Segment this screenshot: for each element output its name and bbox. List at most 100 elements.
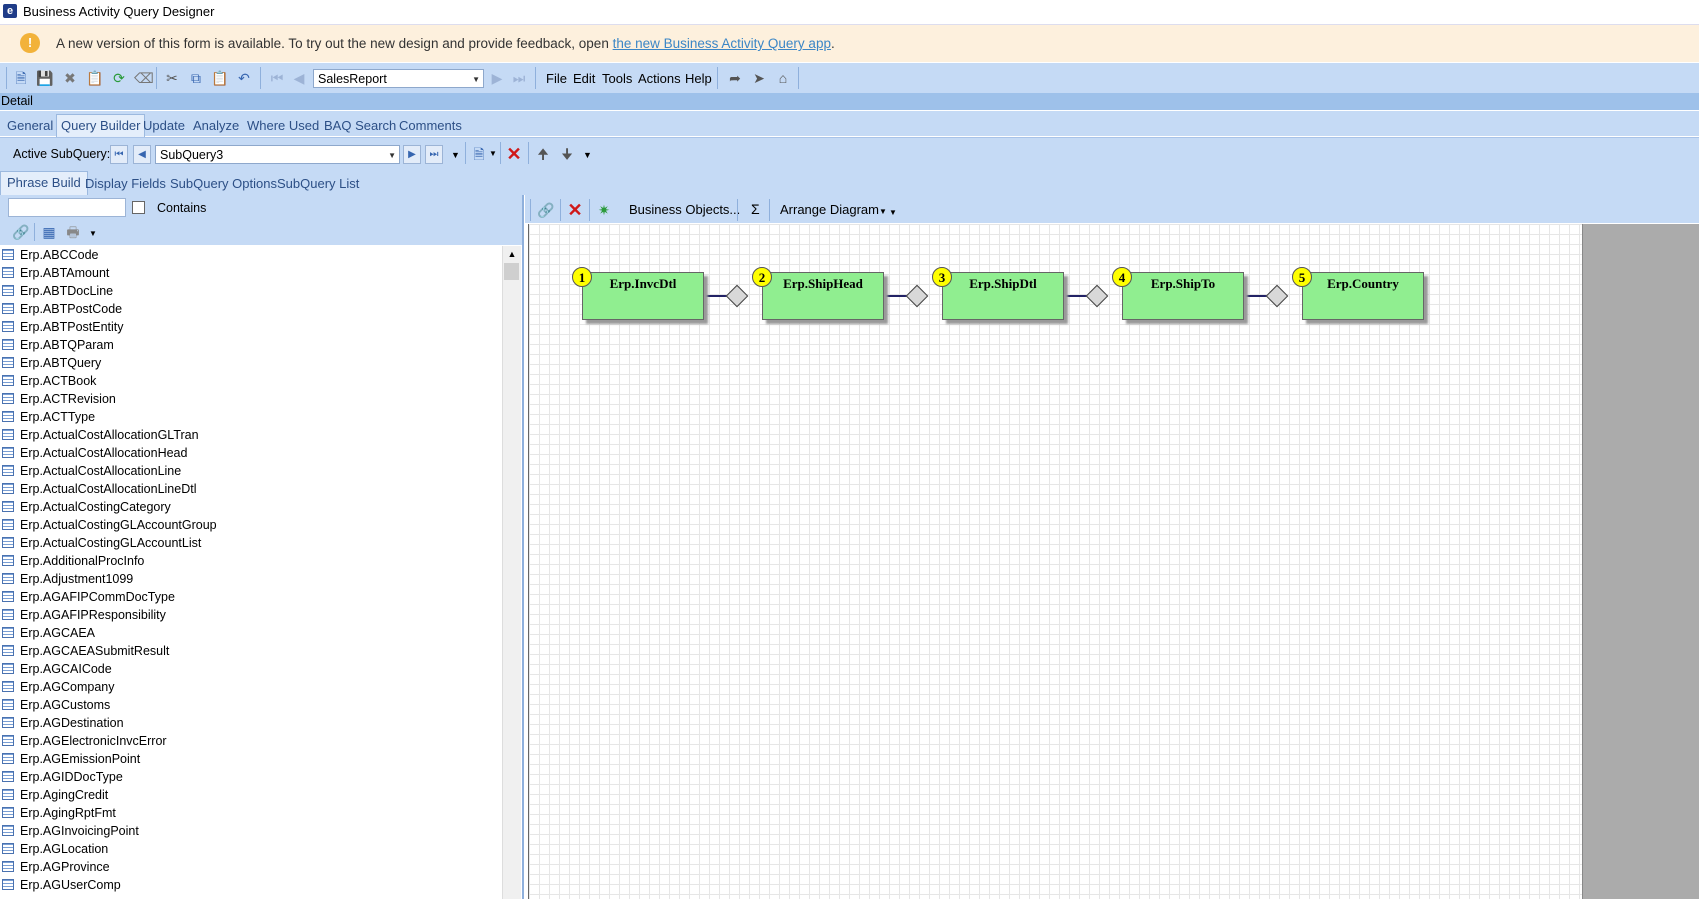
menu-tools[interactable]: Tools [602,71,632,86]
paste-icon[interactable]: 📋 [211,69,229,87]
menu-help[interactable]: Help [685,71,712,86]
subquery-select[interactable]: SubQuery3 ▼ [155,145,400,164]
move-up-icon[interactable]: 🠉 [534,145,552,163]
table-list-item[interactable]: Erp.ABTQuery [0,354,502,372]
table-node-invcdtl[interactable]: Erp.InvcDtl [582,272,704,320]
previous-record-icon[interactable]: ◀ [290,69,308,87]
move-down-icon[interactable]: 🠋 [558,145,576,163]
first-subquery-icon[interactable]: ⏮ [110,145,128,164]
tab-comments[interactable]: Comments [399,118,462,133]
menu-file[interactable]: File [546,71,567,86]
table-list-item[interactable]: Erp.ABTQParam [0,336,502,354]
new-baq-app-link[interactable]: the new Business Activity Query app [613,36,831,51]
tab-analyze[interactable]: Analyze [193,118,239,133]
table-list-item[interactable]: Erp.ABCCode [0,246,502,264]
business-objects-icon[interactable]: ✷ [595,201,613,219]
table-list-item[interactable]: Erp.AGCustoms [0,696,502,714]
query-diagram-canvas[interactable]: Erp.InvcDtl Erp.ShipHead Erp.ShipDtl Erp… [528,224,1583,899]
scroll-thumb[interactable] [504,263,519,280]
tab-where-used[interactable]: Where Used [247,118,319,133]
table-list-scrollbar[interactable]: ▲ [502,246,521,899]
arrange-diagram-button[interactable]: Arrange Diagram▼ [780,202,887,217]
table-list-item[interactable]: Erp.ActualCostAllocationLineDtl [0,480,502,498]
last-subquery-icon[interactable]: ⏭ [425,145,443,164]
tab-phrase-build[interactable]: Phrase Build [0,171,88,196]
tab-display-fields[interactable]: Display Fields [85,176,166,191]
table-view-icon[interactable]: ▦ [40,223,58,241]
delete-icon[interactable]: ✖ [61,69,79,87]
table-node-shipto[interactable]: Erp.ShipTo [1122,272,1244,320]
next-subquery-icon[interactable]: ▶ [403,145,421,164]
table-list-item[interactable]: Erp.AGInvoicingPoint [0,822,502,840]
forward-icon[interactable]: ➤ [750,69,768,87]
sum-button[interactable]: Σ [751,201,760,217]
overflow-chevron-icon[interactable]: ▼ [889,208,897,217]
table-node-shipdtl[interactable]: Erp.ShipDtl [942,272,1064,320]
table-list-item[interactable]: Erp.AdditionalProcInfo [0,552,502,570]
table-list-item[interactable]: Erp.AGUserComp [0,876,502,894]
table-list-item[interactable]: Erp.AGLocation [0,840,502,858]
table-list-item[interactable]: Erp.ActualCostAllocationGLTran [0,426,502,444]
table-list-item[interactable]: Erp.ActualCostingGLAccountGroup [0,516,502,534]
chevron-down-icon[interactable]: ▼ [89,229,97,238]
last-record-icon[interactable]: ⏭ [510,69,528,87]
table-list-item[interactable]: Erp.ABTDocLine [0,282,502,300]
overflow-chevron-icon[interactable]: ▼ [451,150,460,160]
table-node-country[interactable]: Erp.Country [1302,272,1424,320]
table-list-item[interactable]: Erp.AGProvince [0,858,502,876]
table-list-item[interactable]: Erp.AGCAEASubmitResult [0,642,502,660]
table-list-item[interactable]: Erp.ActualCostAllocationLine [0,462,502,480]
join-diamond[interactable] [1085,284,1109,308]
table-node-shiphead[interactable]: Erp.ShipHead [762,272,884,320]
save-icon[interactable]: 💾 [36,69,54,87]
menu-actions[interactable]: Actions [638,71,681,86]
join-diamond[interactable] [905,284,929,308]
table-list-item[interactable]: Erp.AGAFIPCommDocType [0,588,502,606]
table-list-item[interactable]: Erp.ACTBook [0,372,502,390]
contains-checkbox[interactable] [132,201,145,214]
link-icon[interactable]: 🔗 [12,223,30,241]
query-select[interactable]: SalesReport ▼ [313,69,484,88]
table-list-item[interactable]: Erp.ActualCostAllocationHead [0,444,502,462]
delete-subquery-icon[interactable]: ✕ [505,145,523,163]
table-list-item[interactable]: Erp.ActualCostingGLAccountList [0,534,502,552]
business-objects-button[interactable]: Business Objects... [629,202,740,217]
table-list-item[interactable]: Erp.AGElectronicInvcError [0,732,502,750]
join-diamond[interactable] [1265,284,1289,308]
overflow-chevron-icon[interactable]: ▼ [583,150,592,160]
home-icon[interactable]: ⌂ [774,69,792,87]
tab-subquery-options[interactable]: SubQuery Options [170,176,277,191]
chevron-down-icon[interactable]: ▼ [489,149,497,158]
link-icon[interactable]: 🔗 [537,201,555,219]
menu-edit[interactable]: Edit [573,71,595,86]
table-list-item[interactable]: Erp.AGAFIPResponsibility [0,606,502,624]
table-list-item[interactable]: Erp.AGDestination [0,714,502,732]
copy-icon[interactable]: ⧉ [187,69,205,87]
tab-update[interactable]: Update [143,118,185,133]
new-icon[interactable]: 🗎 [12,69,30,87]
next-record-icon[interactable]: ▶ [488,69,506,87]
tab-general[interactable]: General [7,118,53,133]
cut-icon[interactable]: ✂ [163,69,181,87]
table-list-item[interactable]: Erp.ACTType [0,408,502,426]
delete-icon[interactable]: ✕ [566,201,584,219]
table-list-item[interactable]: Erp.ABTPostCode [0,300,502,318]
table-list-item[interactable]: Erp.AgingRptFmt [0,804,502,822]
table-list-item[interactable]: Erp.AGIDDocType [0,768,502,786]
first-record-icon[interactable]: ⏮ [268,69,286,87]
table-list-item[interactable]: Erp.Adjustment1099 [0,570,502,588]
table-list-item[interactable]: Erp.AGEmissionPoint [0,750,502,768]
new-subquery-icon[interactable]: 🗎 [470,145,488,163]
clear-icon[interactable]: ⌫ [134,69,154,87]
copy-doc-icon[interactable]: 📋 [86,69,104,87]
table-search-input[interactable] [8,198,126,217]
table-list-item[interactable]: Erp.AgingCredit [0,786,502,804]
table-list-item[interactable]: Erp.ACTRevision [0,390,502,408]
back-icon[interactable]: ➦ [726,69,744,87]
table-list-item[interactable]: Erp.ABTPostEntity [0,318,502,336]
tab-subquery-list[interactable]: SubQuery List [277,176,359,191]
join-diamond[interactable] [725,284,749,308]
tab-baq-search[interactable]: BAQ Search [324,118,396,133]
print-icon[interactable]: 🖶 [64,223,82,241]
tab-query-builder[interactable]: Query Builder [56,114,146,138]
